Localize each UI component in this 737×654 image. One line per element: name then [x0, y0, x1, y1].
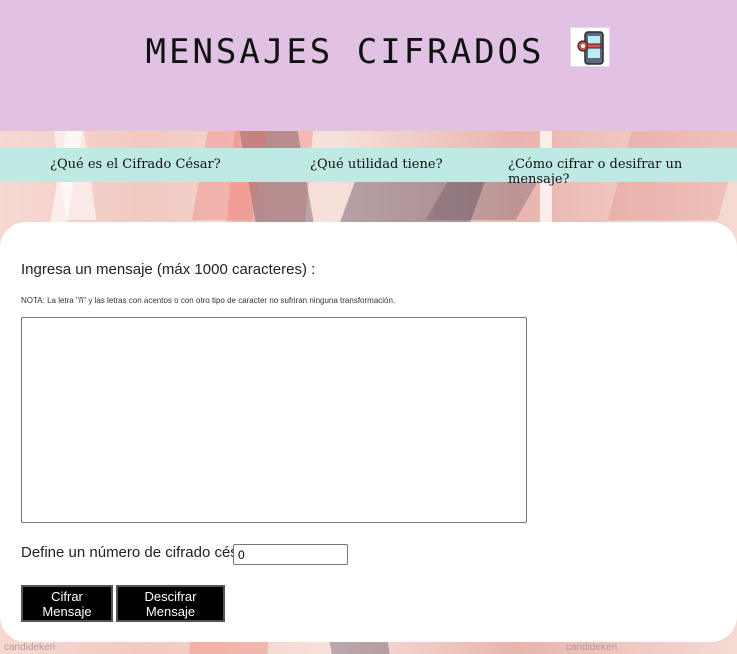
watermark-text: candidekeri	[566, 642, 618, 653]
note-text: NOTA: La letra "ñ" y las letras con acen…	[21, 296, 396, 305]
shift-input[interactable]	[233, 544, 348, 565]
nav-item-como-cifrar[interactable]: ¿Cómo cifrar o desifrar un mensaje?	[508, 157, 737, 187]
message-textarea[interactable]	[21, 317, 527, 523]
main-nav: ¿Qué es el Cifrado César? ¿Qué utilidad …	[0, 148, 737, 187]
encrypt-button[interactable]: Cifrar Mensaje	[21, 585, 113, 622]
nav-item-utilidad[interactable]: ¿Qué utilidad tiene?	[310, 157, 443, 172]
decrypt-button[interactable]: Descifrar Mensaje	[116, 585, 225, 622]
watermark-text: candidekeri	[4, 642, 56, 653]
shift-label: Define un número de cifrado césar	[21, 544, 252, 561]
phone-key-icon	[570, 27, 610, 67]
header-banner: MENSAJES CIFRADOS	[0, 0, 737, 131]
message-label: Ingresa un mensaje (máx 1000 caracteres)…	[21, 261, 316, 278]
nav-item-que-es[interactable]: ¿Qué es el Cifrado César?	[50, 157, 221, 172]
